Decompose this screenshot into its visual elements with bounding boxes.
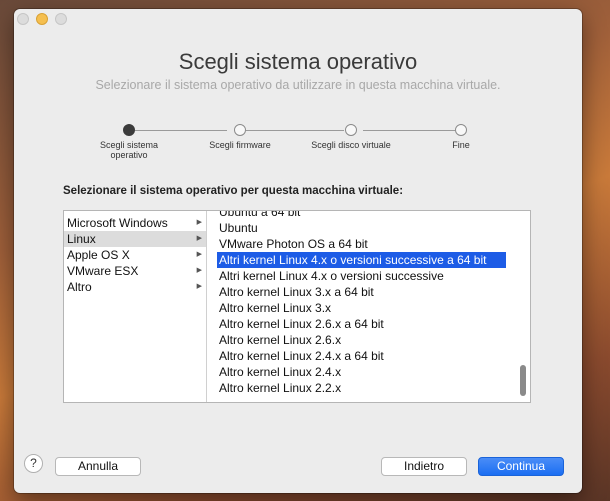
os-family-item[interactable]: Altro ▶ bbox=[64, 279, 206, 295]
close-window-button[interactable] bbox=[17, 13, 29, 25]
step-label-2: Scegli firmware bbox=[209, 140, 271, 150]
question-mark-icon[interactable]: ? bbox=[24, 454, 43, 473]
triangle-right-icon: ▶ bbox=[196, 235, 202, 242]
os-version-item[interactable]: Altro kernel Linux 2.2.x bbox=[207, 380, 518, 396]
step-label-1: Scegli sistema operativo bbox=[99, 140, 159, 160]
step-dot-1 bbox=[123, 124, 135, 136]
os-version-scroll-content: Ubuntu a 64 bit Ubuntu VMware Photon OS … bbox=[207, 211, 518, 396]
os-version-item[interactable]: Ubuntu bbox=[207, 220, 518, 236]
vertical-scrollbar[interactable] bbox=[520, 365, 526, 396]
triangle-right-icon: ▶ bbox=[196, 283, 202, 290]
step-label-3: Scegli disco virtuale bbox=[311, 140, 391, 150]
step-connector bbox=[246, 130, 344, 131]
cancel-button[interactable]: Annulla bbox=[55, 457, 141, 476]
os-version-item[interactable]: Ubuntu a 64 bit bbox=[207, 211, 518, 220]
os-version-item[interactable]: Altro kernel Linux 2.4.x bbox=[207, 364, 518, 380]
os-family-item[interactable]: VMware ESX ▶ bbox=[64, 263, 206, 279]
dialog-title: Scegli sistema operativo bbox=[178, 49, 418, 74]
os-version-list[interactable]: Ubuntu a 64 bit Ubuntu VMware Photon OS … bbox=[207, 211, 530, 402]
os-version-item[interactable]: Altri kernel Linux 4.x o versioni succes… bbox=[217, 252, 506, 268]
triangle-right-icon: ▶ bbox=[196, 267, 202, 274]
os-prompt: Selezionare il sistema operativo per que… bbox=[63, 185, 404, 197]
window-controls bbox=[17, 13, 67, 25]
os-version-item[interactable]: Altro kernel Linux 2.6.x a 64 bit bbox=[207, 316, 518, 332]
vm-assistant-window: Scegli sistema operativo Selezionare il … bbox=[14, 9, 582, 493]
back-button[interactable]: Indietro bbox=[381, 457, 467, 476]
os-version-item[interactable]: Altri kernel Linux 4.x o versioni succes… bbox=[207, 268, 518, 284]
triangle-right-icon: ▶ bbox=[196, 251, 202, 258]
os-family-item[interactable]: Microsoft Windows ▶ bbox=[64, 215, 206, 231]
triangle-right-icon: ▶ bbox=[196, 219, 202, 226]
step-dot-3 bbox=[345, 124, 357, 136]
os-family-label: VMware ESX bbox=[67, 264, 139, 278]
os-version-item[interactable]: VMware Photon OS a 64 bit bbox=[207, 236, 518, 252]
zoom-window-button[interactable] bbox=[55, 13, 67, 25]
step-connector bbox=[135, 130, 227, 131]
step-label-4: Fine bbox=[452, 140, 470, 150]
os-browser: Microsoft Windows ▶ Linux ▶ Apple OS X ▶ VM… bbox=[63, 210, 531, 403]
os-family-label: Altro bbox=[67, 280, 92, 294]
os-version-item[interactable]: Altro kernel Linux 2.4.x a 64 bit bbox=[207, 348, 518, 364]
step-dot-4 bbox=[455, 124, 467, 136]
os-family-list: Microsoft Windows ▶ Linux ▶ Apple OS X ▶ VM… bbox=[64, 211, 207, 402]
wizard-steps: Scegli sistema operativo Scegli firmware… bbox=[14, 123, 582, 183]
os-family-item[interactable]: Linux ▶ bbox=[64, 231, 206, 247]
os-version-item[interactable]: Altro kernel Linux 2.6.x bbox=[207, 332, 518, 348]
os-family-label: Linux bbox=[67, 232, 96, 246]
step-connector bbox=[363, 130, 455, 131]
minimize-window-button[interactable] bbox=[36, 13, 48, 25]
os-version-item[interactable]: Altro kernel Linux 3.x bbox=[207, 300, 518, 316]
dialog-subtitle: Selezionare il sistema operativo da util… bbox=[95, 78, 501, 92]
os-version-item[interactable]: Altro kernel Linux 3.x a 64 bit bbox=[207, 284, 518, 300]
os-family-label: Microsoft Windows bbox=[67, 216, 168, 230]
os-family-item[interactable]: Apple OS X ▶ bbox=[64, 247, 206, 263]
os-family-label: Apple OS X bbox=[67, 248, 130, 262]
step-dot-2 bbox=[234, 124, 246, 136]
continue-button[interactable]: Continua bbox=[478, 457, 564, 476]
